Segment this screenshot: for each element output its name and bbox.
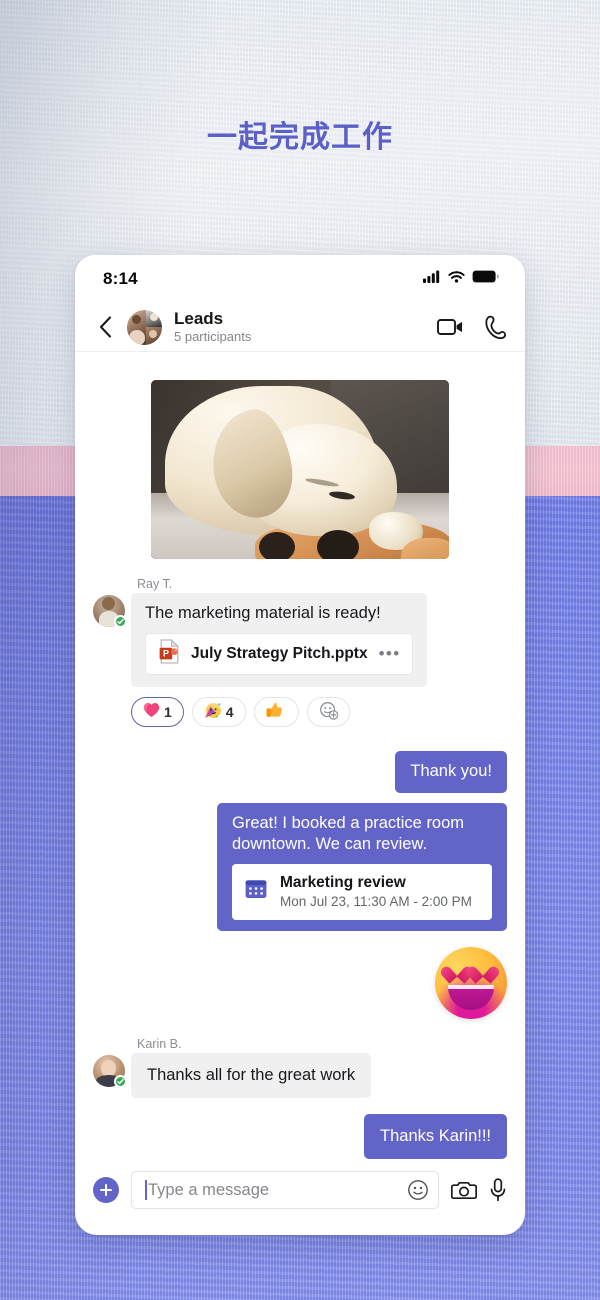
message-bubble[interactable]: The marketing material is ready! P July …: [131, 593, 427, 687]
plush-toy-ear: [259, 532, 295, 559]
avatar[interactable]: [93, 595, 127, 628]
chat-title: Leads: [174, 309, 224, 328]
message-text: Thank you!: [410, 762, 492, 780]
status-indicators: [423, 270, 499, 288]
add-attachment-button[interactable]: [93, 1177, 119, 1203]
file-name: July Strategy Pitch.pptx: [191, 645, 368, 662]
photo-message[interactable]: [151, 380, 449, 559]
message-bubble[interactable]: Thanks all for the great work: [131, 1053, 372, 1098]
emoji-icon[interactable]: [407, 1179, 429, 1201]
heart-reaction[interactable]: 1: [131, 697, 184, 727]
message-list[interactable]: Ray T. The marketing material is ready! …: [75, 352, 525, 1159]
audio-call-icon[interactable]: [485, 315, 506, 339]
group-avatar[interactable]: [127, 309, 162, 345]
svg-text:P: P: [163, 648, 169, 658]
message-text: Great! I booked a practice room downtown…: [232, 814, 465, 853]
reaction-bar: 1 4: [131, 697, 427, 727]
event-time: Mon Jul 23, 11:30 AM - 2:00 PM: [280, 894, 472, 909]
wifi-icon: [448, 270, 465, 288]
message-input-placeholder: Type a message: [148, 1180, 270, 1199]
message-row-incoming: Ray T. The marketing material is ready! …: [93, 577, 507, 727]
event-details: Marketing review Mon Jul 23, 11:30 AM - …: [280, 873, 472, 910]
reaction-count: 1: [164, 704, 172, 720]
party-face-icon: [204, 701, 222, 723]
message-row-sticker: [93, 947, 507, 1019]
avatar-tile-3: [146, 327, 162, 345]
file-more-options-icon[interactable]: •••: [379, 645, 401, 662]
calendar-icon: [244, 877, 268, 906]
message-group-ray: Ray T. The marketing material is ready! …: [125, 577, 427, 727]
microphone-icon[interactable]: [489, 1178, 507, 1202]
plush-toy-nose: [317, 530, 359, 559]
text-caret: [145, 1180, 147, 1200]
thumbs-up-reaction[interactable]: [253, 697, 299, 727]
heart-icon: [143, 702, 160, 722]
message-row-incoming: Karin B. Thanks all for the great work: [93, 1037, 507, 1098]
add-reaction[interactable]: [306, 697, 350, 727]
message-row-outgoing: Thank you!: [93, 751, 507, 793]
sticker-mouth: [448, 985, 494, 1010]
video-call-icon[interactable]: [437, 317, 464, 337]
header-actions: [437, 315, 506, 339]
status-bar: 8:14: [75, 255, 525, 303]
powerpoint-file-icon: P: [159, 638, 180, 669]
message-row-outgoing: Great! I booked a practice room downtown…: [93, 803, 507, 931]
message-input[interactable]: Type a message: [131, 1171, 439, 1209]
message-text: The marketing material is ready!: [145, 604, 381, 622]
party-face-reaction[interactable]: 4: [191, 697, 246, 727]
message-row-outgoing: Thanks Karin!!!: [93, 1114, 507, 1159]
camera-icon[interactable]: [451, 1179, 477, 1201]
avatar-tile-1: [127, 309, 147, 345]
presence-available-icon: [114, 1075, 127, 1088]
sender-name: Karin B.: [137, 1037, 182, 1051]
sender-name: Ray T.: [137, 577, 173, 591]
header-titles: Leads 5 participants: [174, 309, 437, 345]
event-title: Marketing review: [280, 874, 406, 891]
message-bubble[interactable]: Thank you!: [395, 751, 507, 793]
message-composer: Type a message: [75, 1159, 525, 1235]
file-attachment-card[interactable]: P July Strategy Pitch.pptx •••: [145, 633, 413, 675]
cellular-signal-icon: [423, 270, 441, 288]
status-time: 8:14: [103, 269, 138, 288]
presence-available-icon: [114, 615, 127, 628]
phone-mockup: 8:14 Leads 5 participants Ray T. The mar…: [75, 255, 525, 1235]
reaction-count: 4: [225, 704, 234, 720]
thumbs-up-icon: [266, 701, 283, 723]
message-text: Thanks all for the great work: [147, 1066, 356, 1084]
add-reaction-icon: [319, 701, 338, 724]
heart-eye-left-icon: [448, 964, 467, 981]
chat-header: Leads 5 participants: [75, 303, 525, 352]
avatar-tile-2: [146, 309, 162, 327]
avatar[interactable]: [93, 1055, 127, 1088]
heart-eye-right-icon: [474, 964, 493, 981]
message-text: Thanks Karin!!!: [380, 1127, 491, 1145]
message-group-karin: Karin B. Thanks all for the great work: [125, 1037, 372, 1098]
calendar-event-card[interactable]: Marketing review Mon Jul 23, 11:30 AM - …: [232, 864, 492, 920]
heart-eyes-sticker[interactable]: [435, 947, 507, 1019]
message-bubble[interactable]: Thanks Karin!!!: [364, 1114, 507, 1159]
chat-participant-count: 5 participants: [174, 329, 252, 344]
battery-icon: [472, 270, 499, 288]
page-headline: 一起完成工作: [207, 121, 393, 154]
back-chevron-icon[interactable]: [92, 312, 118, 342]
message-bubble[interactable]: Great! I booked a practice room downtown…: [217, 803, 507, 931]
